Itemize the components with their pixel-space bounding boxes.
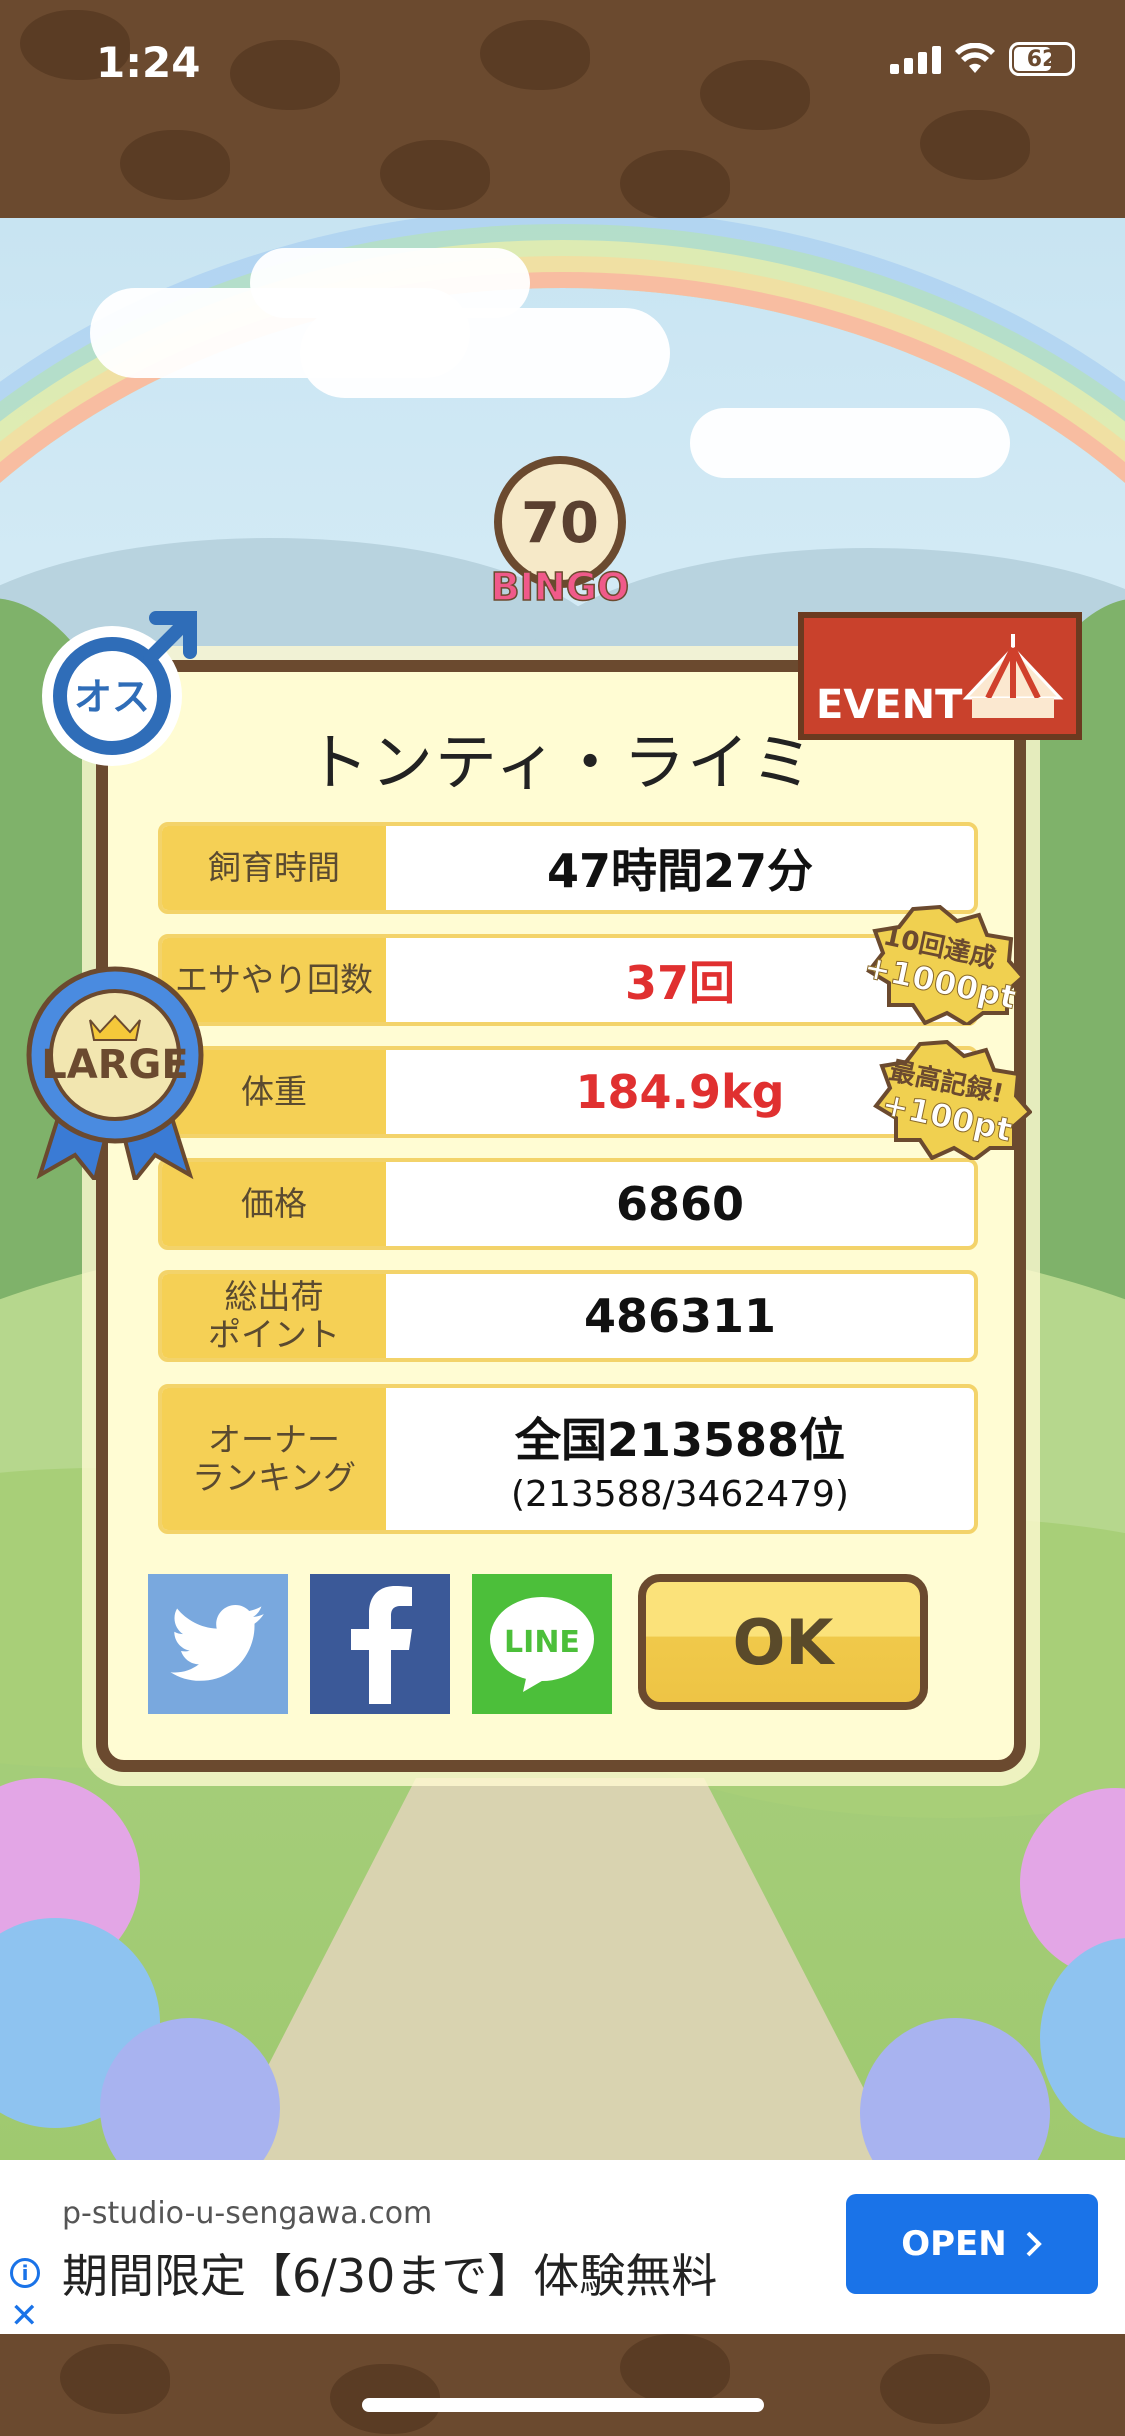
stat-label: オーナー ランキング: [162, 1388, 386, 1530]
pattern-blob: [620, 2334, 730, 2404]
pattern-blob: [380, 140, 490, 210]
event-label: EVENT: [816, 682, 963, 728]
gender-label: オス: [74, 675, 150, 719]
male-icon: オス: [42, 611, 197, 766]
pattern-blob: [60, 2344, 170, 2414]
pattern-blob: [230, 40, 340, 110]
large-ribbon-icon: LARGE: [26, 966, 204, 1180]
info-icon[interactable]: i: [10, 2258, 40, 2288]
stat-row-weight: 体重 184.9kg: [158, 1046, 978, 1138]
pattern-blob: [920, 110, 1030, 180]
circus-tent-icon: [962, 634, 1064, 718]
stat-row-price: 価格 6860: [158, 1158, 978, 1250]
stat-row-shipping-points: 総出荷 ポイント 486311: [158, 1270, 978, 1362]
battery-level: 62: [1026, 46, 1058, 72]
stat-value: 全国213588位 (213588/3462479): [386, 1388, 974, 1530]
bingo-ball-icon: 70 BINGO: [490, 456, 630, 610]
ad-url: p-studio-u-sengawa.com: [62, 2196, 433, 2231]
size-label: LARGE: [41, 1042, 188, 1088]
facebook-icon: [351, 1586, 412, 1704]
result-panel: トンティ・ライミ 飼育時間 47時間27分 エサやり回数 37回 体重 184.…: [96, 660, 1026, 1772]
twitter-share-button[interactable]: [148, 1574, 288, 1714]
bingo-number: 70: [521, 491, 599, 556]
ad-banner[interactable]: p-studio-u-sengawa.com 期間限定【6/30まで】体験無料 …: [0, 2160, 1125, 2336]
pattern-blob: [700, 60, 810, 130]
close-icon[interactable]: ✕: [10, 2296, 39, 2336]
wifi-icon: [955, 43, 995, 73]
ad-text: 期間限定【6/30まで】体験無料: [62, 2249, 718, 2303]
hydrangea: [860, 2018, 1050, 2160]
line-icon: LINE: [490, 1597, 594, 1692]
status-bar: 1:24 62: [0, 0, 1125, 218]
ok-button[interactable]: OK: [638, 1574, 928, 1710]
ad-open-button[interactable]: OPEN: [846, 2194, 1098, 2294]
dirt-path: [200, 1778, 920, 2160]
status-icons: 62: [890, 42, 1075, 76]
chevron-right-icon: [1026, 2231, 1042, 2257]
line-share-button[interactable]: LINE: [472, 1574, 612, 1714]
stat-value: 6860: [615, 1177, 745, 1231]
ranking-value: 全国213588位: [514, 1412, 846, 1467]
battery-icon: 62: [1009, 42, 1075, 76]
pattern-blob: [480, 20, 590, 90]
facebook-share-button[interactable]: [310, 1574, 450, 1714]
home-indicator[interactable]: [362, 2398, 764, 2412]
stat-value: 47時間27分: [546, 844, 814, 898]
bottom-bar: [0, 2334, 1125, 2436]
pattern-blob: [880, 2354, 990, 2424]
pattern-blob: [620, 150, 730, 218]
line-label: LINE: [504, 1625, 580, 1660]
stat-label: 総出荷 ポイント: [162, 1274, 386, 1358]
stat-row-owner-ranking: オーナー ランキング 全国213588位 (213588/3462479): [158, 1384, 978, 1534]
ad-open-label: OPEN: [901, 2224, 1007, 2264]
achievement-badge: 最高記録! +100pt: [862, 1040, 1032, 1160]
hydrangea: [1040, 1938, 1125, 2138]
achievement-badge: 10回達成 +1000pt: [855, 905, 1025, 1025]
event-banner: EVENT: [798, 612, 1082, 740]
pattern-blob: [120, 130, 230, 200]
twitter-icon: [170, 1605, 264, 1681]
status-time: 1:24: [96, 38, 201, 87]
cloud: [690, 408, 1010, 478]
ranking-detail: (213588/3462479): [511, 1473, 849, 1515]
stat-row-breeding-time: 飼育時間 47時間27分: [158, 822, 978, 914]
signal-icon: [890, 44, 941, 74]
stat-label: 飼育時間: [162, 826, 386, 910]
stat-value: 486311: [583, 1289, 777, 1343]
cloud: [300, 308, 670, 398]
bingo-label: BINGO: [491, 565, 629, 609]
